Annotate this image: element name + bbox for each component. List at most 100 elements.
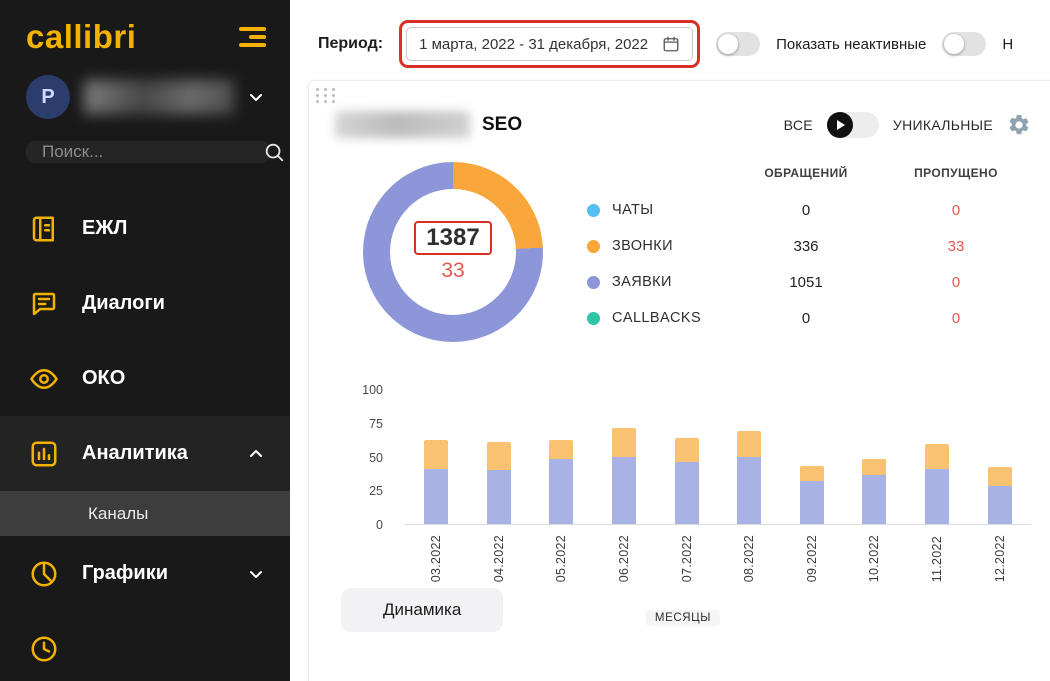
donut-chart: 1387 33 [363,162,543,342]
legend-row: CALLBACKS00 [587,300,1031,336]
x-axis-labels: 03.202204.202205.202206.202207.202208.20… [405,535,1031,582]
bar-segment-ЗАЯВКИ [800,481,824,524]
y-axis-tick: 0 [376,518,383,532]
sidebar-item-label: ЕЖЛ [82,217,127,240]
y-axis-tick: 75 [369,417,383,431]
bar-06.2022[interactable] [593,390,656,524]
legend-dot-icon [587,204,600,217]
sidebar-item-channels[interactable]: Каналы [0,491,290,536]
y-axis-tick: 100 [362,383,383,397]
chevron-up-icon [248,446,264,462]
widget-footer: Динамика МЕСЯЦЫ [335,586,1031,640]
sidebar-item-label: Графики [82,562,168,585]
calendar-icon[interactable] [662,35,680,53]
x-axis-label: 10.2022 [867,535,881,582]
widget-title: SEO [482,114,522,136]
legend-row: ЗАЯВКИ 10510 [587,264,1031,300]
bar-05.2022[interactable] [530,390,593,524]
missed-value: 33 [881,238,1031,255]
legend-row: ЗВОНКИ33633 [587,228,1031,264]
sidebar-item-charts[interactable]: Графики [0,536,290,611]
main-content: Период: 1 марта, 2022 - 31 декабря, 2022… [290,0,1050,681]
y-axis-tick: 50 [369,451,383,465]
period-date-range-input[interactable]: 1 марта, 2022 - 31 декабря, 2022 [406,27,693,61]
requests-value: 1051 [731,274,881,291]
x-axis-label: 11.2022 [930,535,944,582]
menu-icon[interactable] [239,27,266,51]
sidebar-item-partial[interactable] [0,611,290,681]
missed-total: 33 [441,259,464,283]
search-box[interactable] [26,141,270,163]
widget-header: SEO ВСЕ УНИКАЛЬНЫЕ [335,111,1031,138]
annotation-highlight: 1 марта, 2022 - 31 декабря, 2022 [399,20,700,68]
account-switcher[interactable]: P [0,59,290,131]
bar-12.2022[interactable] [968,390,1031,524]
bar-segment-ЗАЯВКИ [675,462,699,524]
x-axis-title: МЕСЯЦЫ [646,610,720,626]
bar-segment-ЗВОНКИ [549,440,573,459]
requests-value: 336 [731,238,881,255]
sidebar-item-oko[interactable]: ОКО [0,341,290,416]
toggle-knob [718,34,738,54]
legend-dot-icon [587,312,600,325]
filter-toggle[interactable] [716,32,760,56]
tab-dynamics[interactable]: Динамика [341,588,503,632]
bar-10.2022[interactable] [843,390,906,524]
sidebar-item-dialogs[interactable]: Диалоги [0,266,290,341]
bar-07.2022[interactable] [655,390,718,524]
mode-switch: ВСЕ УНИКАЛЬНЫЕ [784,112,1031,138]
sidebar-item-label: Диалоги [82,292,165,315]
bar-segment-ЗВОНКИ [988,467,1012,486]
x-axis-label: 04.2022 [492,535,506,582]
bar-segment-ЗАЯВКИ [487,470,511,524]
unique-toggle[interactable] [827,112,879,138]
bar-segment-ЗАЯВКИ [925,469,949,524]
x-axis-label: 07.2022 [680,535,694,582]
period-label: Период: [318,35,383,53]
bar-segment-ЗВОНКИ [862,459,886,475]
bar-chart: 0255075100 03.202204.202205.202206.20220… [335,390,1031,582]
bar-11.2022[interactable] [906,390,969,524]
column-requests: ОБРАЩЕНИЙ [731,166,881,180]
play-icon [837,120,845,130]
chevron-down-icon [248,89,264,105]
chat-icon [26,289,62,319]
sidebar-item-label: ОКО [82,367,125,390]
bar-04.2022[interactable] [468,390,531,524]
eye-icon [26,364,62,394]
bar-chart-icon [26,439,62,469]
legend-label: ЗАЯВКИ [612,274,672,290]
bar-segment-ЗАЯВКИ [549,459,573,524]
bar-segment-ЗАЯВКИ [988,486,1012,524]
x-axis-label: 09.2022 [805,535,819,582]
period-value: 1 марта, 2022 - 31 декабря, 2022 [419,36,648,53]
topbar: Период: 1 марта, 2022 - 31 декабря, 2022… [290,0,1050,80]
drag-handle-icon[interactable] [316,88,337,103]
report-icon [26,634,62,664]
missed-value: 0 [881,274,1031,291]
channel-widget: SEO ВСЕ УНИКАЛЬНЫЕ 1387 33 [308,80,1050,681]
bar-08.2022[interactable] [718,390,781,524]
bar-09.2022[interactable] [781,390,844,524]
show-inactive-toggle[interactable] [942,32,986,56]
total-annotation: 1387 [414,221,491,255]
sidebar-item-ezhl[interactable]: ЕЖЛ [0,191,290,266]
callibri-logo[interactable]: callibri [26,20,136,53]
bar-segment-ЗВОНКИ [424,440,448,468]
missed-value: 0 [881,310,1031,327]
gear-icon[interactable] [1007,113,1031,137]
search-icon[interactable] [263,141,285,163]
legend-row: ЧАТЫ00 [587,192,1031,228]
column-missed: ПРОПУЩЕНО [881,166,1031,180]
bar-03.2022[interactable] [405,390,468,524]
bar-segment-ЗВОНКИ [487,442,511,470]
avatar: P [26,75,70,119]
search-input[interactable] [42,142,263,162]
bar-segment-ЗАЯВКИ [862,475,886,524]
y-axis: 0255075100 [335,390,393,525]
legend-label: ЧАТЫ [612,202,654,218]
bar-segment-ЗВОНКИ [675,438,699,462]
legend-header: ОБРАЩЕНИЙ ПРОПУЩЕНО [587,166,1031,180]
sidebar-item-analytics[interactable]: Аналитика [0,416,290,491]
x-axis-label: 08.2022 [742,535,756,582]
